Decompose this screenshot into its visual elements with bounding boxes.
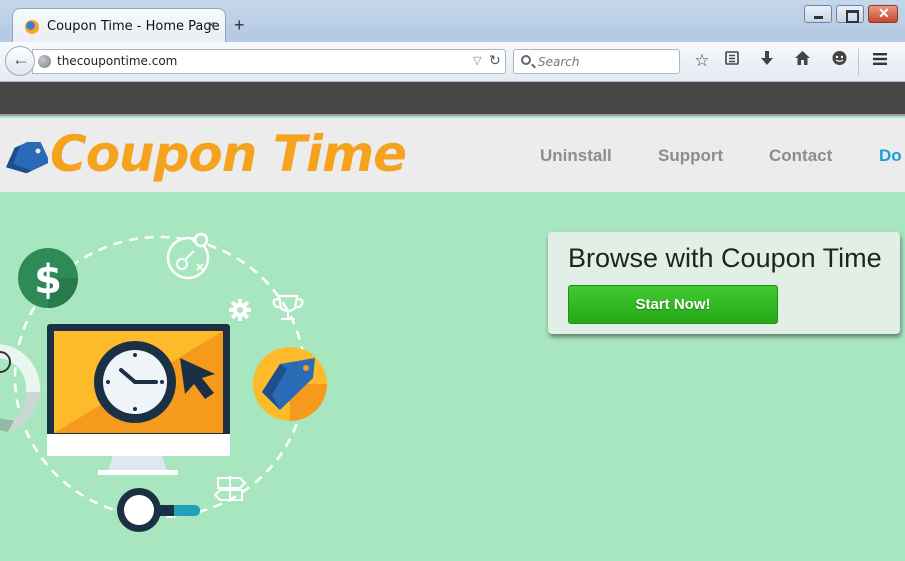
site-logo[interactable]: Coupon Time bbox=[50, 125, 407, 183]
chat-icon[interactable] bbox=[828, 50, 850, 72]
cta-heading: Browse with Coupon Time bbox=[568, 243, 882, 273]
price-tag-badge-icon bbox=[253, 347, 327, 421]
reading-list-icon[interactable] bbox=[721, 50, 743, 72]
search-input[interactable]: Search bbox=[513, 49, 680, 74]
tab-close-icon[interactable]: × bbox=[207, 17, 215, 32]
nav-download-link[interactable]: Do bbox=[879, 146, 902, 166]
price-tag-icon bbox=[6, 142, 48, 174]
site-header: Coupon Time Uninstall Support Contact Do bbox=[0, 118, 905, 192]
home-icon[interactable] bbox=[791, 50, 813, 72]
search-placeholder: Search bbox=[538, 55, 580, 69]
reload-icon[interactable]: ↻ bbox=[489, 52, 501, 69]
trophy-icon bbox=[272, 294, 304, 321]
browser-toolbar: thecoupontime.com ▽ ↻ Search ☆ bbox=[0, 42, 905, 82]
new-tab-button[interactable]: + bbox=[234, 15, 245, 36]
search-icon bbox=[521, 55, 531, 65]
bookmark-star-icon[interactable]: ☆ bbox=[691, 50, 713, 72]
toolbar-separator bbox=[858, 49, 859, 75]
signpost-icon bbox=[213, 476, 247, 502]
gear-icon bbox=[229, 299, 251, 321]
magnifier-icon bbox=[117, 488, 200, 532]
back-button[interactable] bbox=[5, 46, 35, 76]
window-maximize-button[interactable] bbox=[836, 5, 864, 23]
nav-support-link[interactable]: Support bbox=[658, 146, 723, 166]
url-text[interactable]: thecoupontime.com bbox=[57, 54, 177, 68]
url-dropdown-icon[interactable]: ▽ bbox=[473, 54, 481, 67]
menu-icon[interactable] bbox=[869, 50, 891, 72]
tab-title: Coupon Time - Home Page bbox=[47, 19, 220, 34]
nav-uninstall-link[interactable]: Uninstall bbox=[540, 146, 612, 166]
cta-panel: Browse with Coupon Time Start Now! bbox=[548, 232, 900, 334]
browser-tab[interactable]: Coupon Time - Home Page × bbox=[12, 8, 226, 42]
dark-banner-strip bbox=[0, 82, 905, 116]
window-close-button[interactable]: ✕ bbox=[868, 5, 898, 23]
clock-icon bbox=[94, 341, 176, 423]
browser-titlebar: Coupon Time - Home Page × + ✕ bbox=[0, 0, 905, 42]
window-minimize-button[interactable] bbox=[804, 5, 832, 23]
download-icon[interactable] bbox=[756, 50, 778, 72]
globe-icon bbox=[38, 55, 51, 68]
nav-contact-link[interactable]: Contact bbox=[769, 146, 832, 166]
close-icon: ✕ bbox=[878, 5, 890, 21]
start-now-button[interactable]: Start Now! bbox=[568, 285, 778, 324]
hero-illustration: $ bbox=[0, 232, 327, 532]
dollar-coin-icon: $ bbox=[18, 248, 78, 308]
gender-icon bbox=[166, 232, 210, 280]
svg-text:$: $ bbox=[34, 257, 62, 303]
address-bar[interactable]: thecoupontime.com ▽ ↻ bbox=[32, 49, 506, 74]
favicon-icon bbox=[25, 20, 39, 34]
pie-chart-icon bbox=[0, 344, 41, 432]
